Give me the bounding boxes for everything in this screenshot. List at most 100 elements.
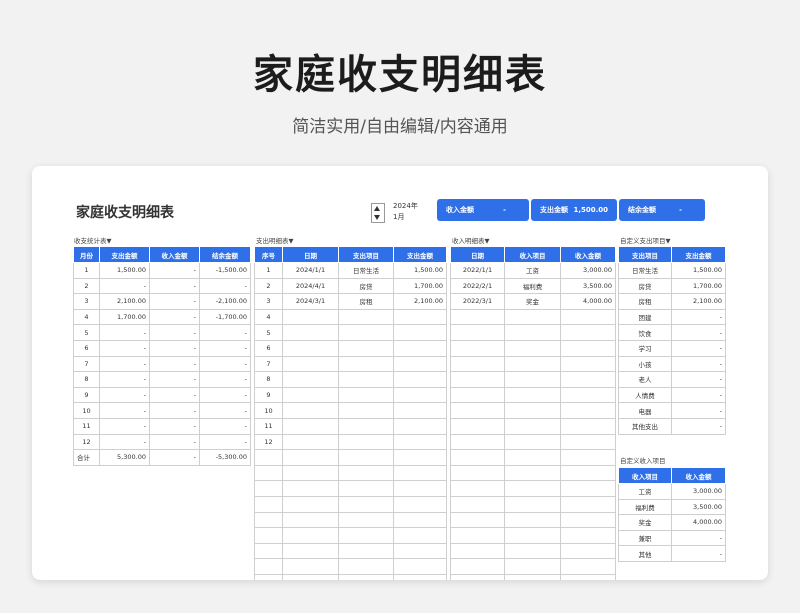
table-cell[interactable]: - (671, 417, 726, 435)
table-cell[interactable] (254, 495, 283, 513)
table-cell[interactable] (282, 371, 339, 388)
table-cell[interactable] (338, 371, 394, 388)
table-cell[interactable] (282, 558, 339, 575)
table-cell[interactable]: 1 (73, 262, 100, 279)
table-cell[interactable] (504, 573, 561, 580)
table-cell[interactable] (338, 480, 394, 497)
table-cell[interactable]: 2022/2/1 (450, 277, 505, 295)
table-cell[interactable]: 2022/1/1 (450, 262, 505, 279)
table-cell[interactable] (504, 402, 561, 419)
table-cell[interactable]: 8 (254, 371, 283, 388)
table-cell[interactable] (450, 355, 505, 373)
table-cell[interactable]: - (99, 433, 150, 451)
table-cell[interactable] (450, 371, 505, 388)
table-cell[interactable]: - (149, 308, 200, 326)
table-cell[interactable] (450, 402, 505, 419)
table-cell[interactable]: 6 (254, 339, 283, 357)
table-cell[interactable] (338, 449, 394, 466)
table-cell[interactable]: - (149, 449, 200, 466)
table-cell[interactable] (254, 527, 283, 544)
table-cell[interactable] (450, 386, 505, 404)
table-cell[interactable] (338, 386, 394, 404)
table-cell[interactable]: 1,500.00 (671, 262, 726, 279)
table-cell[interactable]: - (149, 277, 200, 295)
table-cell[interactable] (504, 495, 561, 513)
table-cell[interactable] (393, 355, 447, 373)
table-cell[interactable] (282, 308, 339, 326)
table-cell[interactable] (338, 308, 394, 326)
table-cell[interactable]: 1,500.00 (99, 262, 150, 279)
table-cell[interactable] (504, 511, 561, 529)
arrow-up-icon[interactable] (374, 206, 380, 211)
table-cell[interactable]: - (149, 262, 200, 279)
table-cell[interactable] (504, 433, 561, 451)
table-cell[interactable]: - (99, 402, 150, 419)
table-cell[interactable]: 10 (254, 402, 283, 419)
table-cell[interactable]: -1,700.00 (199, 308, 251, 326)
table-cell[interactable] (560, 573, 616, 580)
table-cell[interactable]: 4 (73, 308, 100, 326)
table-cell[interactable]: 奖金 (504, 293, 561, 310)
table-cell[interactable]: - (671, 371, 726, 388)
custom-expense-title[interactable]: 自定义支出项目▼ (620, 235, 671, 245)
table-cell[interactable] (338, 495, 394, 513)
table-cell[interactable] (393, 308, 447, 326)
table-cell[interactable]: 2,100.00 (393, 293, 447, 310)
table-cell[interactable] (254, 542, 283, 560)
table-cell[interactable]: - (671, 339, 726, 357)
table-cell[interactable]: - (149, 324, 200, 341)
table-cell[interactable] (338, 511, 394, 529)
table-cell[interactable]: 人情费 (618, 386, 672, 404)
table-cell[interactable]: 2,100.00 (671, 293, 726, 310)
table-cell[interactable]: - (99, 277, 150, 295)
table-cell[interactable] (393, 480, 447, 497)
table-cell[interactable]: 2024/1/1 (282, 262, 339, 279)
table-cell[interactable] (504, 308, 561, 326)
table-cell[interactable] (504, 480, 561, 497)
table-cell[interactable]: 4,000.00 (560, 293, 616, 310)
table-cell[interactable] (393, 371, 447, 388)
table-cell[interactable]: 1,700.00 (671, 277, 726, 295)
table-cell[interactable]: 3,500.00 (671, 498, 726, 516)
table-cell[interactable]: 房贷 (338, 277, 394, 295)
table-cell[interactable] (338, 355, 394, 373)
table-cell[interactable] (560, 339, 616, 357)
table-cell[interactable] (560, 542, 616, 560)
table-cell[interactable] (282, 417, 339, 435)
table-cell[interactable]: - (199, 417, 251, 435)
table-cell[interactable]: 7 (254, 355, 283, 373)
table-cell[interactable]: - (149, 402, 200, 419)
table-cell[interactable]: 1 (254, 262, 283, 279)
table-cell[interactable] (338, 324, 394, 341)
table-cell[interactable]: 日常生活 (618, 262, 672, 279)
table-cell[interactable]: 房租 (338, 293, 394, 310)
table-cell[interactable]: 团建 (618, 308, 672, 326)
table-cell[interactable]: 电器 (618, 402, 672, 419)
table-cell[interactable]: 小孩 (618, 355, 672, 373)
table-cell[interactable] (254, 511, 283, 529)
table-cell[interactable]: 11 (73, 417, 100, 435)
table-cell[interactable]: - (99, 386, 150, 404)
table-cell[interactable]: 老人 (618, 371, 672, 388)
table-cell[interactable]: - (99, 339, 150, 357)
table-cell[interactable]: - (99, 417, 150, 435)
table-cell[interactable] (282, 480, 339, 497)
table-cell[interactable]: 8 (73, 371, 100, 388)
table-cell[interactable]: - (149, 417, 200, 435)
table-cell[interactable]: 2 (73, 277, 100, 295)
table-cell[interactable] (504, 464, 561, 482)
table-cell[interactable] (338, 542, 394, 560)
table-cell[interactable] (282, 339, 339, 357)
table-cell[interactable]: - (671, 355, 726, 373)
table-cell[interactable] (338, 558, 394, 575)
table-cell[interactable] (254, 464, 283, 482)
table-cell[interactable] (504, 558, 561, 575)
table-cell[interactable] (450, 495, 505, 513)
table-cell[interactable] (254, 480, 283, 497)
table-cell[interactable] (393, 573, 447, 580)
month-stepper[interactable] (371, 203, 385, 223)
table-cell[interactable]: - (199, 371, 251, 388)
table-cell[interactable] (504, 371, 561, 388)
table-cell[interactable] (282, 386, 339, 404)
table-cell[interactable]: 工资 (504, 262, 561, 279)
